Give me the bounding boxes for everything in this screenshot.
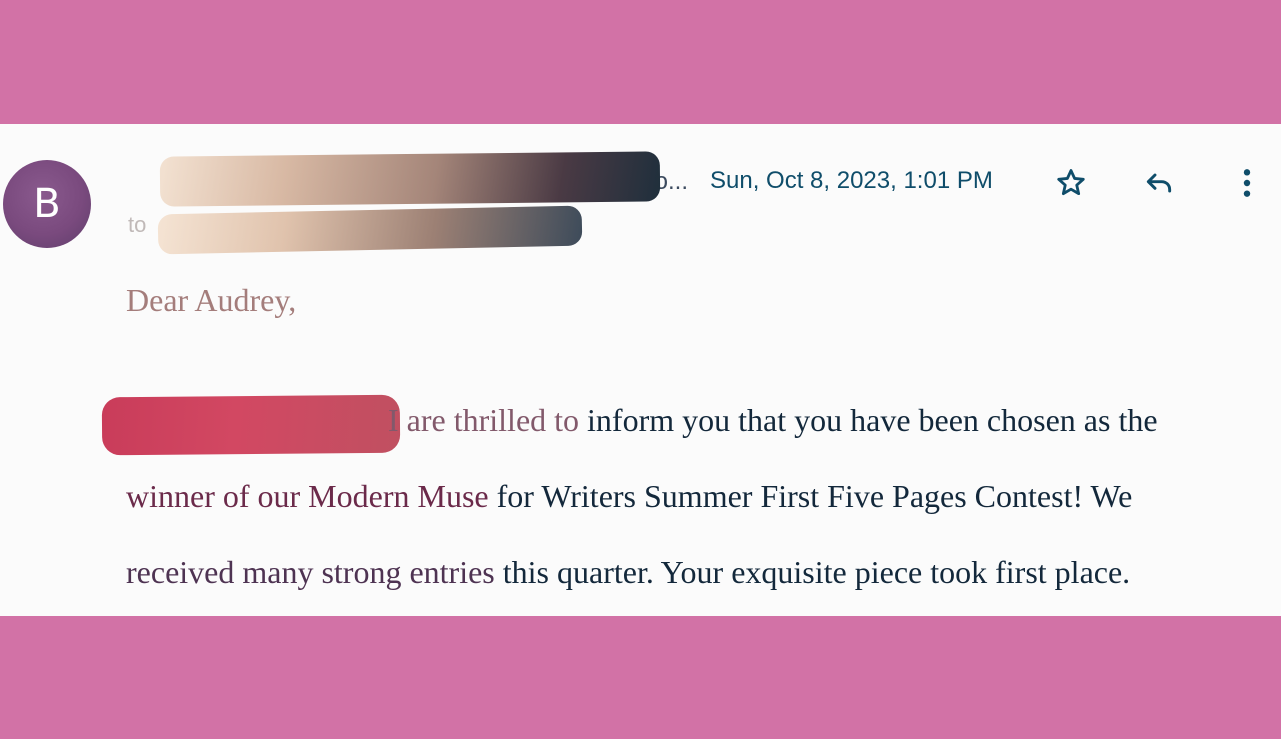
reply-icon — [1146, 173, 1172, 193]
body-text-segment: this quarter. Your exquisite piece took … — [502, 554, 1131, 590]
email-timestamp: Sun, Oct 8, 2023, 1:01 PM — [710, 167, 993, 194]
reply-button[interactable] — [1140, 164, 1178, 202]
email-greeting: Dear Audrey, — [126, 282, 297, 318]
more-options-button[interactable] — [1228, 164, 1266, 202]
recipient-line[interactable]: to — [128, 212, 146, 238]
body-text-segment: received many strong entries — [126, 554, 503, 590]
body-paragraph-line: winner of our Modern Muse for Writers Su… — [126, 478, 1132, 515]
body-text-segment: winner of our Modern Muse — [126, 478, 497, 514]
star-button[interactable] — [1052, 164, 1090, 202]
body-paragraph-line: received many strong entries this quarte… — [126, 554, 1130, 591]
body-text-segment: inform you that you have been chosen as … — [587, 402, 1158, 438]
body-text-segment: I are thrilled to — [388, 402, 588, 438]
body-text-segment: for Writers Summer First Five Pages Cont… — [496, 478, 1133, 514]
bottom-frame-band — [0, 616, 1281, 739]
redaction-mark — [101, 394, 401, 456]
sender-avatar[interactable]: B — [3, 160, 91, 248]
more-vertical-icon — [1243, 169, 1251, 197]
redaction-mark — [157, 205, 583, 255]
top-frame-band — [0, 0, 1281, 124]
redaction-mark — [159, 151, 661, 207]
body-paragraph-line: I are thrilled to inform you that you ha… — [388, 402, 1158, 439]
star-icon — [1057, 169, 1085, 196]
email-panel: B fo... to Sun, Oct 8, 2023, 1:01 PM Dea… — [0, 124, 1281, 616]
